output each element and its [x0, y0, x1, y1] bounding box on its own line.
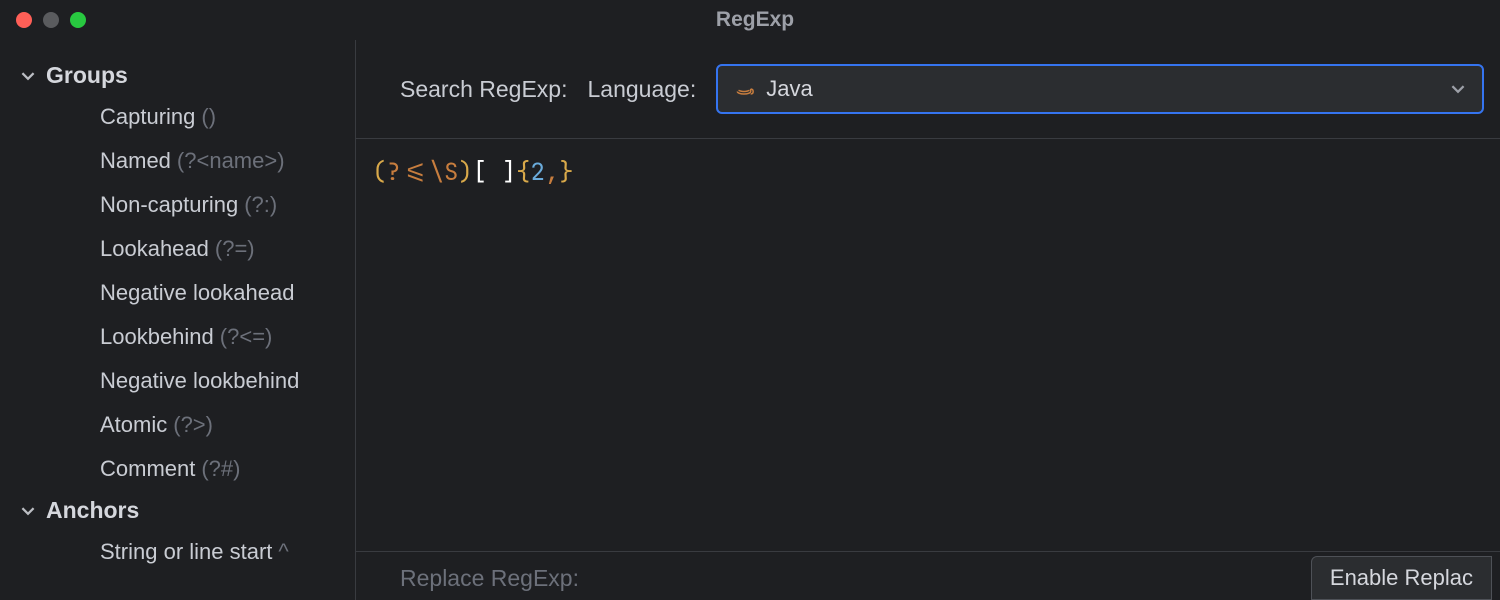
tree-item-label: Capturing: [100, 104, 195, 129]
language-label: Language:: [587, 76, 696, 103]
regex-token: {: [516, 157, 530, 188]
tree-item-label: Comment: [100, 456, 195, 481]
regex-token: [ ]: [473, 157, 516, 188]
tree-item-suffix: (?<name>): [177, 148, 285, 173]
tree-item-suffix: (?<=): [220, 324, 273, 349]
tree-item-label: Named: [100, 148, 171, 173]
java-icon: [734, 79, 754, 99]
regex-editor[interactable]: (?<=\S)[ ]{2,}: [356, 139, 1500, 551]
tree-item-suffix: (?:): [244, 192, 277, 217]
maximize-icon[interactable]: [70, 12, 86, 28]
regex-token: ?<=: [386, 157, 429, 188]
tree-item[interactable]: Lookbehind(?<=): [0, 315, 355, 359]
tree-item[interactable]: Non-capturing(?:): [0, 183, 355, 227]
enable-replace-button[interactable]: Enable Replac: [1311, 556, 1492, 600]
titlebar: RegExp: [0, 0, 1500, 40]
tree-item[interactable]: Named(?<name>): [0, 139, 355, 183]
regex-token: ,: [545, 157, 559, 188]
regex-token: (: [372, 157, 386, 188]
minimize-icon[interactable]: [43, 12, 59, 28]
tree-section-label: Groups: [46, 62, 128, 89]
tree-item-suffix: (?=): [215, 236, 255, 261]
content-area: Search RegExp: Language: Java (?<=\S)[ ]…: [356, 40, 1500, 600]
chevron-down-icon: [20, 68, 36, 84]
replace-label: Replace RegExp:: [400, 565, 579, 592]
tree-item[interactable]: Negative lookahead: [0, 271, 355, 315]
tree-item-suffix: ^: [278, 539, 288, 564]
tree-section-groups[interactable]: Groups: [0, 56, 355, 95]
tree-item[interactable]: Capturing(): [0, 95, 355, 139]
tree-item[interactable]: Lookahead(?=): [0, 227, 355, 271]
tree-item-label: Negative lookahead: [100, 280, 294, 305]
tree-section-label: Anchors: [46, 497, 139, 524]
window-title: RegExp: [86, 8, 1424, 32]
tree-item-label: Lookahead: [100, 236, 209, 261]
tree-section-anchors[interactable]: Anchors: [0, 491, 355, 530]
window-controls: [16, 12, 86, 28]
language-select[interactable]: Java: [716, 64, 1484, 114]
replace-bar: Replace RegExp: Enable Replac: [356, 551, 1500, 600]
tree-item[interactable]: Negative lookbehind: [0, 359, 355, 403]
tree-item-suffix: (): [201, 104, 216, 129]
tree-item[interactable]: Comment(?#): [0, 447, 355, 491]
tree-item-label: Atomic: [100, 412, 167, 437]
language-value: Java: [766, 76, 1438, 102]
chevron-down-icon: [20, 503, 36, 519]
tree-item-label: String or line start: [100, 539, 272, 564]
toolbar: Search RegExp: Language: Java: [356, 40, 1500, 139]
tree-item[interactable]: Atomic(?>): [0, 403, 355, 447]
tree-item-label: Negative lookbehind: [100, 368, 299, 393]
tree-item[interactable]: String or line start^: [0, 530, 355, 574]
regex-token: }: [559, 157, 573, 188]
regex-token: ): [458, 157, 472, 188]
regex-token: 2: [530, 157, 544, 188]
search-label: Search RegExp:: [400, 76, 567, 103]
main-area: Groups Capturing()Named(?<name>)Non-capt…: [0, 40, 1500, 600]
regex-token: \S: [430, 157, 459, 188]
tree-item-suffix: (?>): [173, 412, 213, 437]
sidebar: Groups Capturing()Named(?<name>)Non-capt…: [0, 40, 356, 600]
close-icon[interactable]: [16, 12, 32, 28]
tree-item-label: Non-capturing: [100, 192, 238, 217]
tree-item-label: Lookbehind: [100, 324, 214, 349]
tree-item-suffix: (?#): [201, 456, 240, 481]
chevron-down-icon: [1450, 81, 1466, 97]
